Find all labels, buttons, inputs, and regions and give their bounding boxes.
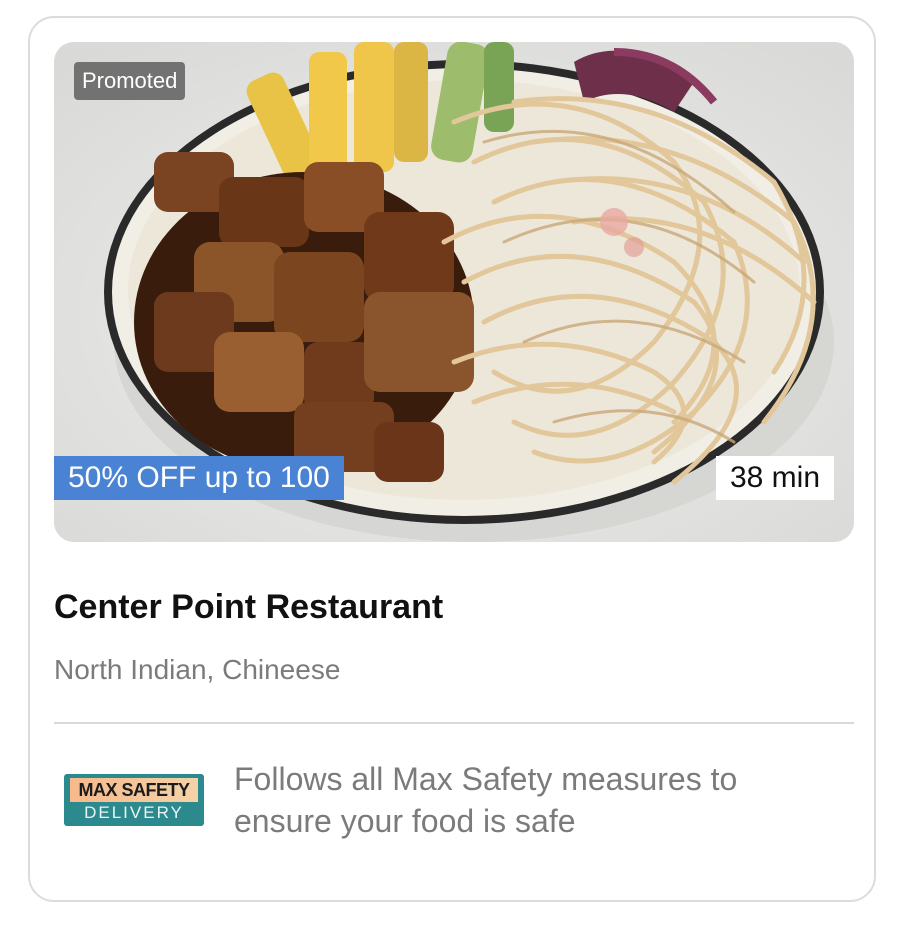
divider <box>54 722 854 724</box>
badge-bottom-text: DELIVERY <box>84 803 184 822</box>
offer-badge: 50% OFF up to 100 <box>54 456 344 500</box>
max-safety-delivery-badge-icon: MAX SAFETY DELIVERY <box>64 774 204 826</box>
restaurant-cuisines: North Indian, Chineese <box>54 654 341 685</box>
badge-top-text: MAX SAFETY <box>70 778 198 802</box>
safety-message: Follows all Max Safety measures to ensur… <box>234 761 738 839</box>
restaurant-hero-image[interactable]: Promoted 50% OFF up to 100 38 min <box>54 42 854 542</box>
restaurant-name[interactable]: Center Point Restaurant <box>54 588 443 627</box>
promoted-badge: Promoted <box>74 62 186 100</box>
restaurant-card[interactable]: Promoted 50% OFF up to 100 38 min Center… <box>28 16 876 902</box>
delivery-time-badge: 38 min <box>715 456 834 500</box>
